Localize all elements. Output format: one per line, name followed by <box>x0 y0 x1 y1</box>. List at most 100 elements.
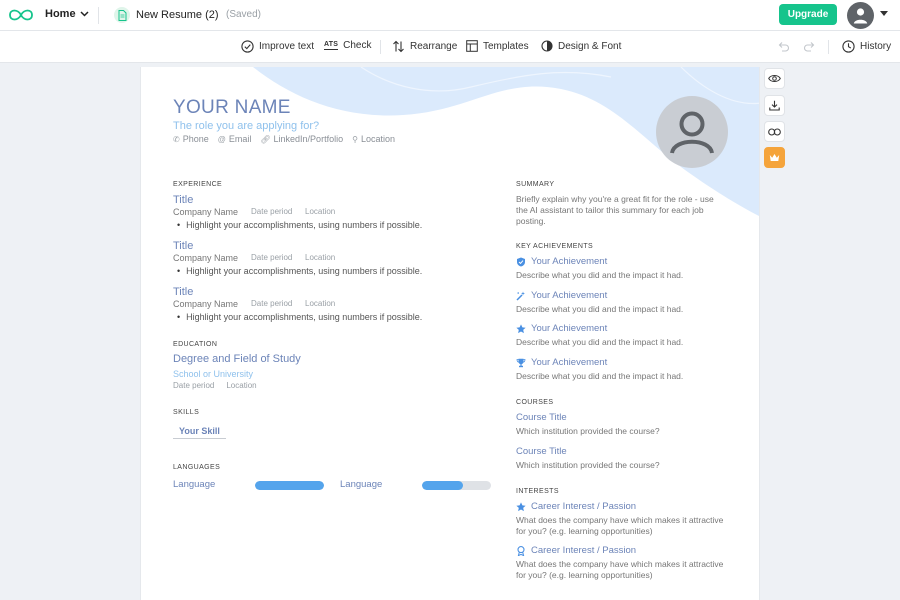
achievement-title[interactable]: Your Achievement <box>516 357 607 368</box>
experience-meta: Company Name Date period Location <box>173 253 335 263</box>
course-title[interactable]: Course Title <box>516 446 567 457</box>
link-icon: 🔗︎ <box>260 134 271 144</box>
link-icon <box>768 127 781 136</box>
achievement-description[interactable]: Describe what you did and the impact it … <box>516 337 683 347</box>
course-institution[interactable]: Which institution provided the course? <box>516 460 660 470</box>
interest-description[interactable]: What does the company have which makes i… <box>516 515 726 537</box>
company-name[interactable]: Company Name <box>173 207 251 217</box>
company-name[interactable]: Company Name <box>173 253 251 263</box>
download-icon <box>769 100 780 111</box>
interest-description[interactable]: What does the company have which makes i… <box>516 559 726 581</box>
accomplishment-bullet[interactable]: Highlight your accomplishments, using nu… <box>177 312 422 322</box>
date-period[interactable]: Date period <box>251 299 305 309</box>
home-menu[interactable]: Home <box>45 8 89 20</box>
profile-photo[interactable] <box>656 96 728 168</box>
contact-location[interactable]: ⚲ Location <box>352 134 395 144</box>
history-label: History <box>860 41 892 52</box>
divider <box>98 7 99 24</box>
location[interactable]: Location <box>226 381 256 390</box>
date-period[interactable]: Date period <box>173 381 214 390</box>
course-title[interactable]: Course Title <box>516 412 567 423</box>
top-bar: Home New Resume (2) (Saved) Upgrade <box>0 0 900 31</box>
crown-icon <box>769 154 780 161</box>
achievement-description[interactable]: Describe what you did and the impact it … <box>516 371 683 381</box>
divider <box>380 40 381 54</box>
rearrange-label: Rearrange <box>410 41 458 52</box>
location-pin-icon: ⚲ <box>352 134 358 144</box>
experience-meta: Company Name Date period Location <box>173 299 335 309</box>
language-name[interactable]: Language <box>173 479 215 490</box>
contact-phone[interactable]: ✆ Phone <box>173 134 209 144</box>
interest-title[interactable]: Career Interest / Passion <box>516 501 636 512</box>
education-heading: EDUCATION <box>173 341 218 348</box>
user-icon <box>853 8 868 24</box>
rearrange-button[interactable]: Rearrange <box>392 40 457 53</box>
share-link-button[interactable] <box>764 121 785 142</box>
ats-check-button[interactable]: ATS Check <box>324 40 371 51</box>
experience-title[interactable]: Title <box>173 194 193 206</box>
date-period[interactable]: Date period <box>251 253 305 263</box>
language-level-fill <box>255 481 324 490</box>
achievement-title[interactable]: Your Achievement <box>516 256 607 267</box>
undo-icon[interactable] <box>777 41 790 52</box>
contact-linkedin[interactable]: 🔗︎ LinkedIn/Portfolio <box>260 134 343 144</box>
improve-text-button[interactable]: Improve text <box>241 40 314 53</box>
resume-name[interactable]: YOUR NAME <box>173 97 291 119</box>
save-status: (Saved) <box>226 9 262 20</box>
accomplishment-bullet[interactable]: Highlight your accomplishments, using nu… <box>177 266 422 276</box>
experience-title[interactable]: Title <box>173 240 193 252</box>
interests-heading: INTERESTS <box>516 488 559 495</box>
upgrade-button[interactable]: Upgrade <box>779 4 837 25</box>
skill-tag[interactable]: Your Skill <box>173 423 226 439</box>
eye-icon <box>768 75 781 82</box>
user-avatar[interactable] <box>847 2 874 29</box>
document-icon <box>114 7 130 23</box>
preview-button[interactable] <box>764 68 785 89</box>
divider <box>828 40 829 54</box>
location[interactable]: Location <box>305 207 335 217</box>
design-font-button[interactable]: Design & Font <box>541 40 621 52</box>
home-label: Home <box>45 8 76 20</box>
course-institution[interactable]: Which institution provided the course? <box>516 426 660 436</box>
company-name[interactable]: Company Name <box>173 299 251 309</box>
history-button[interactable]: History <box>842 40 891 53</box>
summary-text[interactable]: Briefly explain why you're a great fit f… <box>516 194 726 227</box>
star-icon <box>516 501 526 511</box>
premium-button[interactable] <box>764 147 785 168</box>
magic-wand-icon <box>516 291 525 301</box>
download-button[interactable] <box>764 95 785 116</box>
templates-button[interactable]: Templates <box>466 40 529 52</box>
experience-heading: EXPERIENCE <box>173 181 223 188</box>
languages-heading: LANGUAGES <box>173 464 221 471</box>
templates-label: Templates <box>483 40 529 52</box>
document-title[interactable]: New Resume (2) <box>136 9 219 21</box>
contact-email[interactable]: @ Email <box>218 134 252 144</box>
education-degree[interactable]: Degree and Field of Study <box>173 353 301 365</box>
accomplishment-bullet[interactable]: Highlight your accomplishments, using nu… <box>177 220 422 230</box>
at-icon: @ <box>217 134 226 144</box>
shield-icon <box>517 257 525 266</box>
education-school[interactable]: School or University <box>173 369 253 379</box>
account-dropdown-icon[interactable] <box>880 11 888 16</box>
check-label: Check <box>343 40 372 51</box>
clock-icon <box>842 40 855 53</box>
language-level-fill <box>422 481 464 490</box>
redo-icon[interactable] <box>803 41 816 52</box>
experience-title[interactable]: Title <box>173 286 193 298</box>
achievement-description[interactable]: Describe what you did and the impact it … <box>516 270 683 280</box>
language-name[interactable]: Language <box>340 479 382 490</box>
location[interactable]: Location <box>305 253 335 263</box>
achievement-description[interactable]: Describe what you did and the impact it … <box>516 304 683 314</box>
resume-role[interactable]: The role you are applying for? <box>173 120 319 132</box>
language-level-bar[interactable] <box>255 481 324 490</box>
contrast-icon <box>541 40 553 52</box>
infinity-logo-icon[interactable] <box>8 7 34 23</box>
interest-title[interactable]: Career Interest / Passion <box>516 545 636 556</box>
rearrange-icon <box>393 40 404 53</box>
chevron-down-icon <box>80 11 89 17</box>
language-level-bar[interactable] <box>422 481 491 490</box>
date-period[interactable]: Date period <box>251 207 305 217</box>
achievement-title[interactable]: Your Achievement <box>516 323 607 334</box>
achievement-title[interactable]: Your Achievement <box>516 290 607 301</box>
location[interactable]: Location <box>305 299 335 309</box>
